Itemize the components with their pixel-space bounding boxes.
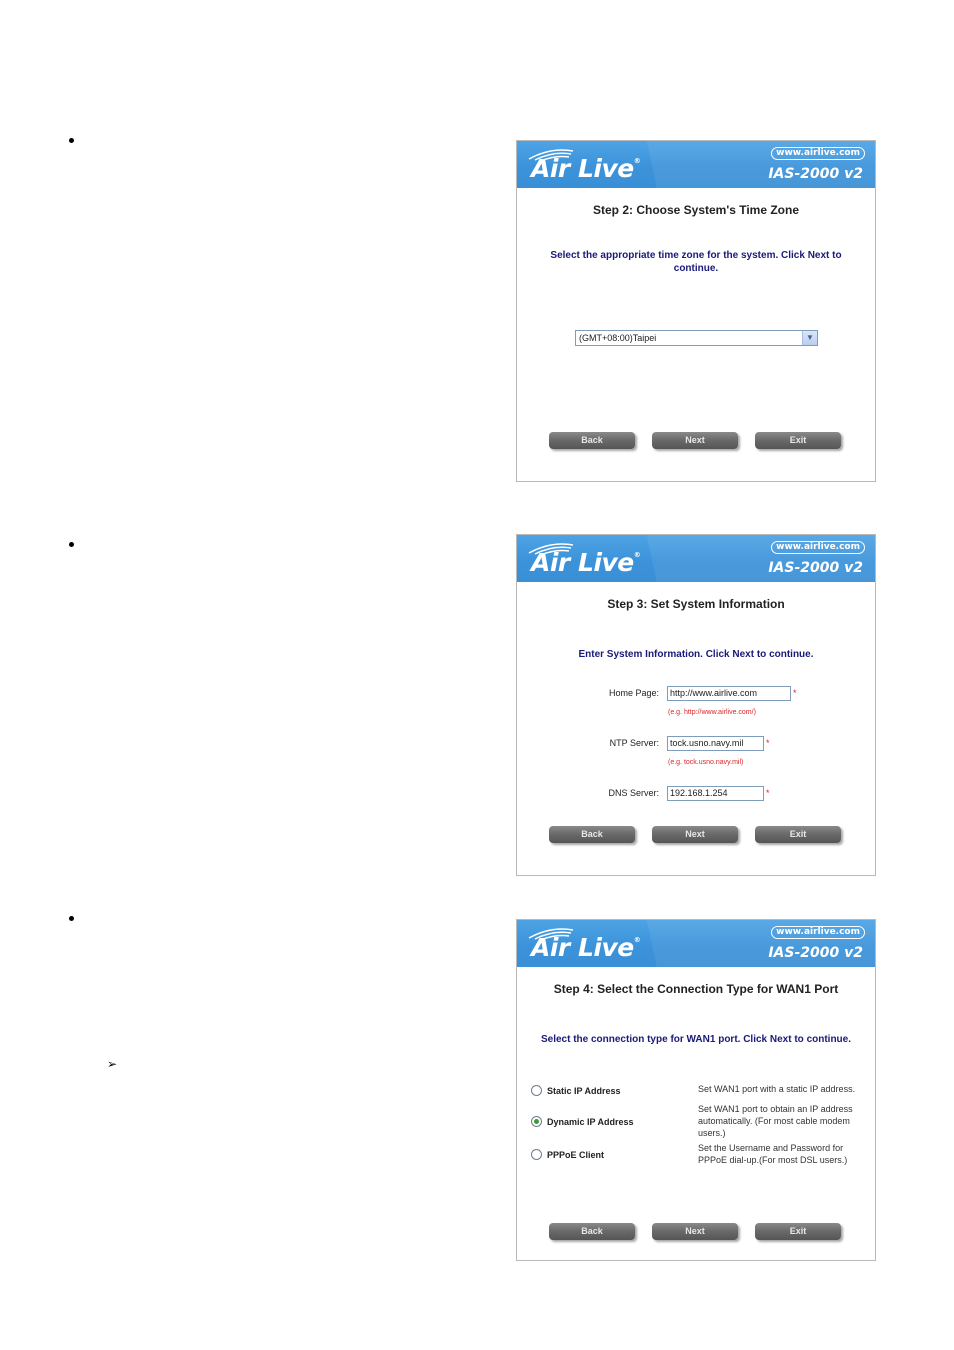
ntp-server-label: NTP Server: [609,738,659,748]
ntp-server-hint: (e.g. tock.usno.navy.mil) [668,759,744,766]
step-title: Step 3: Set System Information [607,597,785,611]
brand-url: www.airlive.com [771,147,865,160]
registered-mark: ® [633,936,641,944]
home-page-hint: (e.g. http://www.airlive.com/) [668,709,756,716]
back-button[interactable]: Back [549,826,635,843]
option-pppoe[interactable]: PPPoE Client [531,1149,604,1160]
option-static-ip[interactable]: Static IP Address [531,1085,621,1096]
arrow-bullet-icon: ➢ [107,1057,118,1071]
bullet-icon [69,916,74,921]
brand-banner: Air Live® www.airlive.com IAS-2000 v2 [517,920,875,967]
required-marker: * [766,788,770,798]
brand-banner: Air Live® www.airlive.com IAS-2000 v2 [517,535,875,582]
next-button[interactable]: Next [652,432,738,449]
airlive-logo: Air Live® [531,933,641,962]
option-description: Set WAN1 port with a static IP address. [698,1084,856,1094]
option-description: Set WAN1 port to obtain an IP address au… [698,1104,853,1138]
bullet-icon [69,138,74,143]
option-dynamic-ip[interactable]: Dynamic IP Address [531,1116,634,1127]
exit-button[interactable]: Exit [755,826,841,843]
ntp-server-input[interactable]: tock.usno.navy.mil [667,736,764,751]
required-marker: * [766,738,770,748]
model-name: IAS-2000 v2 [768,945,863,961]
model-name: IAS-2000 v2 [768,166,863,182]
dns-server-label: DNS Server: [608,788,659,798]
option-label: PPPoE Client [547,1149,605,1160]
required-marker: * [793,688,797,698]
option-label: Static IP Address [547,1085,621,1096]
option-label: Dynamic IP Address [547,1116,634,1127]
brand-banner: Air Live® www.airlive.com IAS-2000 v2 [517,141,875,188]
registered-mark: ® [633,551,641,559]
home-page-label: Home Page: [608,688,659,698]
chevron-down-icon[interactable]: ▼ [802,331,817,345]
radio-button[interactable] [531,1149,542,1160]
bullet-icon [69,542,74,547]
back-button[interactable]: Back [549,432,635,449]
brand-url: www.airlive.com [771,926,865,939]
airlive-logo: Air Live® [531,154,641,183]
radio-button[interactable] [531,1085,542,1096]
radio-button-selected[interactable] [531,1116,542,1127]
instruction-text: Select the appropriate time zone for the… [550,250,842,274]
logo-text: Air Live [531,933,634,962]
wizard-panel-step4: Air Live® www.airlive.com IAS-2000 v2 St… [516,919,876,1261]
next-button[interactable]: Next [652,1223,738,1240]
exit-button[interactable]: Exit [755,1223,841,1240]
registered-mark: ® [633,157,641,165]
timezone-selected-value: (GMT+08:00)Taipei [579,333,657,343]
model-name: IAS-2000 v2 [768,560,863,576]
step-title: Step 2: Choose System's Time Zone [592,203,800,217]
next-button[interactable]: Next [652,826,738,843]
wizard-panel-step2: Air Live® www.airlive.com IAS-2000 v2 St… [516,140,876,482]
dns-server-input[interactable]: 192.168.1.254 [667,786,764,801]
brand-url: www.airlive.com [771,541,865,554]
home-page-input[interactable]: http://www.airlive.com [667,686,791,701]
back-button[interactable]: Back [549,1223,635,1240]
instruction-text: Select the connection type for WAN1 port… [540,1034,852,1045]
logo-text: Air Live [531,548,634,577]
wizard-panel-step3: Air Live® www.airlive.com IAS-2000 v2 St… [516,534,876,876]
exit-button[interactable]: Exit [755,432,841,449]
step-title: Step 4: Select the Connection Type for W… [553,982,839,996]
timezone-select[interactable]: (GMT+08:00)Taipei ▼ [575,330,818,346]
logo-text: Air Live [531,154,634,183]
option-description: Set the Username and Password for PPPoE … [698,1143,848,1165]
airlive-logo: Air Live® [531,548,641,577]
instruction-text: Enter System Information. Click Next to … [578,649,814,660]
